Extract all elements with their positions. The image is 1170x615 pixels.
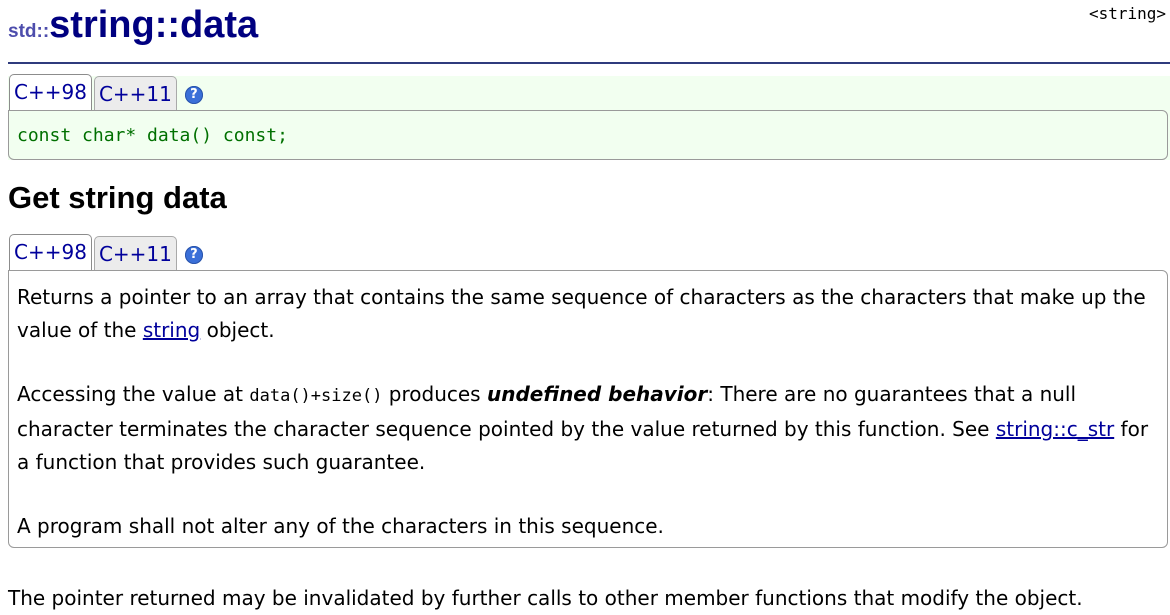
header-file-tag: <string> <box>1088 4 1166 23</box>
section-heading: Get string data <box>8 180 227 215</box>
prototype-tabs: C++98 C++11 ? <box>9 74 203 110</box>
description-paragraph: A program shall not alter any of the cha… <box>17 514 664 538</box>
title-divider <box>8 62 1170 64</box>
footer-paragraph: The pointer returned may be invalidated … <box>8 586 1083 610</box>
description-paragraph: Returns a pointer to an array that conta… <box>17 281 1155 347</box>
title-separator: :: <box>154 4 181 46</box>
description-tabs: C++98 C++11 ? <box>9 234 203 270</box>
question-mark-icon[interactable]: ? <box>184 86 203 104</box>
prototype-code: const char* data() const; <box>17 125 288 146</box>
emphasis-text: undefined behavior <box>486 382 708 406</box>
string-link[interactable]: string <box>143 318 200 342</box>
description-box: Returns a pointer to an array that conta… <box>8 270 1168 548</box>
title-class: string <box>49 4 155 46</box>
tab-cpp11[interactable]: C++11 <box>93 236 177 270</box>
title-namespace: std:: <box>8 21 50 42</box>
prototype-box: const char* data() const; <box>8 110 1168 160</box>
inline-code: data()+size() <box>249 386 383 406</box>
tab-cpp98[interactable]: C++98 <box>9 74 92 110</box>
question-mark-icon[interactable]: ? <box>184 246 203 264</box>
paragraph-text: Accessing the value at <box>17 382 250 406</box>
tab-cpp11[interactable]: C++11 <box>93 76 177 110</box>
description-paragraph: Accessing the value at data()+size() pro… <box>17 378 1155 479</box>
tab-cpp98[interactable]: C++98 <box>9 234 92 270</box>
paragraph-text: produces <box>382 382 487 406</box>
page-title: std::string::data <box>8 4 258 47</box>
paragraph-text: object. <box>200 318 275 342</box>
c-str-link[interactable]: string::c_str <box>996 417 1114 441</box>
title-member: data <box>180 4 259 46</box>
